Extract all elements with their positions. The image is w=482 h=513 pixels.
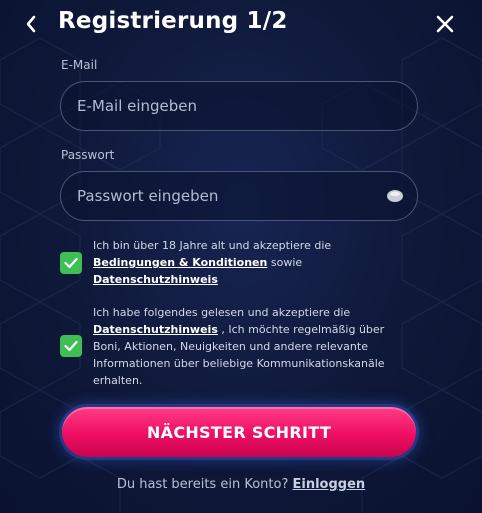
privacy-link-age[interactable]: Datenschutzhinweis: [93, 273, 218, 286]
privacy-link-marketing[interactable]: Datenschutzhinweis: [93, 323, 218, 336]
next-step-button[interactable]: NÄCHSTER SCHRITT: [62, 407, 416, 457]
age-consent-text-before: Ich bin über 18 Jahre alt und akzeptiere…: [93, 239, 332, 252]
email-field[interactable]: [60, 81, 418, 131]
back-button[interactable]: [20, 12, 42, 36]
eye-icon: [386, 189, 404, 203]
login-prompt-text: Du hast bereits ein Konto?: [116, 477, 293, 492]
age-consent-checkbox[interactable]: [60, 252, 82, 274]
password-field[interactable]: [60, 171, 418, 221]
password-label: Passwort: [61, 148, 115, 162]
header: Registrierung 1/2: [0, 0, 482, 48]
marketing-consent-text: Ich habe folgendes gelesen und akzeptier…: [93, 304, 413, 389]
checkmark-icon: [64, 340, 78, 352]
close-button[interactable]: [434, 13, 456, 35]
age-consent-text-middle: sowie: [267, 256, 303, 269]
login-prompt: Du hast bereits ein Konto? Einloggen: [0, 477, 482, 492]
terms-link[interactable]: Bedingungen & Konditionen: [93, 256, 267, 269]
chevron-left-icon: [25, 15, 37, 33]
age-consent-text: Ich bin über 18 Jahre alt und akzeptiere…: [93, 237, 413, 288]
marketing-consent-checkbox[interactable]: [60, 335, 82, 357]
page-title: Registrierung 1/2: [58, 8, 288, 34]
close-icon: [436, 15, 454, 33]
marketing-consent-text-before: Ich habe folgendes gelesen und akzeptier…: [93, 306, 351, 319]
checkmark-icon: [64, 257, 78, 269]
password-visibility-toggle[interactable]: [384, 186, 406, 206]
login-link[interactable]: Einloggen: [292, 477, 365, 492]
email-label: E-Mail: [61, 58, 98, 72]
